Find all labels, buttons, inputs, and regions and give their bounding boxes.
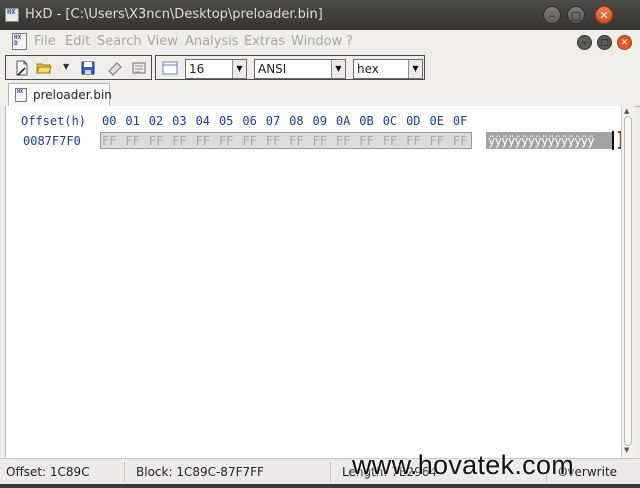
view-toolbar-group: 16 ▼ ANSI ▼ hex ▼ [155,55,425,80]
column-header: 0A [335,114,351,128]
tab-preloader-bin[interactable]: HX preloader.bin [8,83,112,106]
window-title: HxD - [C:\Users\X3ncn\Desktop\preloader.… [25,7,323,22]
status-block: Block: 1C89C-87F7FF [136,465,264,479]
column-header: 0F [452,114,468,128]
column-header: 0B [359,114,374,128]
hex-byte[interactable]: FF [429,134,452,148]
charset-select[interactable]: ANSI ▼ [254,59,346,79]
hex-byte[interactable]: FF [242,134,265,148]
close-file-icon[interactable] [107,60,123,76]
window-close-button[interactable]: ✕ [595,6,613,24]
column-header: 0E [429,114,444,128]
column-header: 05 [218,114,234,128]
save-icon[interactable] [80,60,96,76]
offset-base-value: hex [357,62,379,76]
document-icon[interactable]: HX D [12,33,27,50]
hex-byte[interactable]: FF [149,134,172,148]
hex-editor[interactable]: Offset(h) 00 01 02 03 04 05 06 07 08 09 … [5,106,624,458]
scrollbar-thumb[interactable] [624,116,632,446]
chevron-down-icon: ▼ [232,60,246,78]
status-offset: Offset: 1C89C [6,465,90,479]
column-header: 03 [172,114,187,128]
column-header: 07 [265,114,281,128]
hxd-app-icon: HX [5,8,19,22]
menu-help[interactable]: ? [346,34,353,49]
child-minimize-button[interactable]: – [577,35,592,50]
columns-icon [162,61,178,75]
menu-search[interactable]: Search [97,34,142,49]
offset-header: Offset(h) [21,114,87,128]
properties-icon[interactable] [131,60,147,76]
child-maximize-button[interactable]: □ [597,35,612,50]
column-header: 0C [382,114,398,128]
column-header: 08 [289,114,304,128]
column-header: 04 [195,114,211,128]
hex-byte-row[interactable]: FF FF FF FF FF FF FF FF FF FF FF FF FF F… [102,134,476,148]
hex-byte[interactable]: FF [313,134,336,148]
chevron-down-icon: ▼ [408,60,422,78]
hex-byte[interactable]: FF [219,134,242,148]
hex-byte[interactable]: FF [336,134,359,148]
status-divider [124,462,125,482]
new-file-icon[interactable] [14,60,30,76]
menu-bar: HX D File Edit Search View Analysis Extra… [0,30,640,55]
charset-value: ANSI [258,62,287,76]
hex-byte[interactable]: FF [266,134,289,148]
file-toolbar-group: ▼ [5,55,152,80]
window-maximize-button[interactable]: □ [567,6,585,24]
hex-byte[interactable]: FF [125,134,148,148]
child-close-button[interactable]: ✕ [617,35,632,50]
window-minimize-button[interactable]: – [543,6,561,24]
hxd-window: HX HxD - [C:\Users\X3ncn\Desktop\preload… [0,0,640,484]
hex-byte[interactable]: FF [102,134,125,148]
vertical-scrollbar[interactable]: ▲ ▼ [621,106,635,458]
column-headers: 00 01 02 03 04 05 06 07 08 09 0A 0B 0C 0… [102,114,476,128]
chevron-down-icon: ▼ [331,60,345,78]
tab-label: preloader.bin [33,88,112,102]
document-icon: HX [15,88,27,102]
tab-strip: HX preloader.bin [0,82,640,107]
hex-byte[interactable]: FF [289,134,312,148]
bytes-per-row-select[interactable]: 16 ▼ [185,59,247,79]
column-header: 0D [406,114,421,128]
column-header: 01 [125,114,140,128]
hex-byte[interactable]: FF [359,134,382,148]
toolbar: ▼ 16 ▼ ANSI ▼ hex ▼ [0,54,640,82]
menu-edit[interactable]: Edit [65,34,90,49]
column-header: 09 [312,114,327,128]
menu-window[interactable]: Window [291,34,342,49]
hex-byte[interactable]: FF [453,134,476,148]
menu-extras[interactable]: Extras [244,34,285,49]
menu-view[interactable]: View [147,34,178,49]
hex-byte[interactable]: FF [383,134,406,148]
menu-analysis[interactable]: Analysis [185,34,239,49]
status-divider [330,462,331,482]
text-caret [612,131,614,150]
offset-base-select[interactable]: hex ▼ [353,59,423,79]
hex-byte[interactable]: FF [172,134,195,148]
scroll-up-arrow-icon[interactable]: ▲ [624,107,629,115]
column-header: 06 [242,114,257,128]
open-folder-icon[interactable] [36,60,52,76]
hex-byte[interactable]: FF [196,134,219,148]
menu-file[interactable]: File [34,34,56,49]
watermark-text: www.hovatek.com [352,450,575,480]
bytes-per-row-value: 16 [189,62,205,76]
title-bar[interactable]: HX HxD - [C:\Users\X3ncn\Desktop\preload… [0,0,640,30]
hex-byte[interactable]: FF [406,134,429,148]
column-header: 00 [102,114,117,128]
column-header: 02 [148,114,164,128]
open-dropdown-arrow-icon[interactable]: ▼ [63,62,69,71]
row-offset: 0087F7F0 [23,134,81,148]
scroll-down-arrow-icon[interactable]: ▼ [624,446,629,454]
decoded-text[interactable]: ÿÿÿÿÿÿÿÿÿÿÿÿÿÿÿÿ [488,134,595,148]
